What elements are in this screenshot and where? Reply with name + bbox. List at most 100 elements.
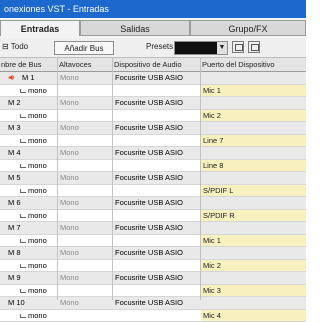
bus-speakers[interactable]: Mono [60, 247, 110, 259]
device-port-cell[interactable]: Line 7 [201, 135, 306, 147]
bus-name[interactable]: M 9 [8, 272, 21, 284]
bus-row[interactable]: M 2 Mono Focusrite USB ASIO [0, 97, 306, 110]
bus-row[interactable]: M 5 Mono Focusrite USB ASIO [0, 172, 306, 185]
bus-speakers[interactable]: Mono [60, 72, 110, 84]
channel-row[interactable]: mono Line 7 [0, 135, 306, 148]
add-bus-button[interactable]: Añadir Bus [54, 41, 114, 55]
column-header-speakers[interactable]: Altavoces [59, 58, 109, 71]
bus-audio-device[interactable]: Focusrite USB ASIO [115, 172, 199, 184]
device-port-cell[interactable]: Mic 1 [201, 235, 306, 247]
bus-audio-device[interactable]: Focusrite USB ASIO [115, 72, 199, 84]
bus-speakers[interactable]: Mono [60, 172, 110, 184]
bus-audio-device[interactable]: Focusrite USB ASIO [115, 122, 199, 134]
channel-row[interactable]: mono Mic 2 [0, 110, 306, 123]
channel-name: mono [28, 210, 47, 222]
bus-speakers[interactable]: Mono [60, 297, 110, 309]
collapse-all-toggle[interactable]: ⊟ Todo [2, 42, 28, 51]
tab-entradas[interactable]: Entradas [0, 20, 80, 36]
table-header: nbre de Bus Altavoces Dispositivo de Aud… [0, 58, 306, 72]
device-port-cell[interactable]: Line 8 [201, 160, 306, 172]
bus-row[interactable]: M 1 Mono Focusrite USB ASIO [0, 72, 306, 85]
tree-connector-icon [20, 239, 26, 243]
bus-audio-device[interactable]: Focusrite USB ASIO [115, 147, 199, 159]
presets-label: Presets [146, 42, 173, 51]
device-port-cell[interactable]: Mic 4 [201, 310, 306, 322]
channel-name: mono [28, 285, 47, 297]
channel-row[interactable]: mono Mic 2 [0, 260, 306, 273]
tree-connector-icon [20, 139, 26, 143]
bus-name[interactable]: M 10 [8, 297, 25, 309]
column-header-device-port[interactable]: Puerto del Dispositivo [202, 58, 302, 71]
tree-connector-icon [20, 114, 26, 118]
channel-row[interactable]: mono S/PDIF L [0, 185, 306, 198]
presets-dropdown[interactable]: ▼ [174, 41, 228, 55]
bus-name[interactable]: M 1 [22, 72, 35, 84]
bus-row[interactable]: M 4 Mono Focusrite USB ASIO [0, 147, 306, 160]
window-title: onexiones VST - Entradas [0, 0, 306, 18]
bus-table: nbre de Bus Altavoces Dispositivo de Aud… [0, 58, 306, 322]
channel-name: mono [28, 85, 47, 97]
bus-row[interactable]: M 10 Mono Focusrite USB ASIO [0, 297, 306, 310]
device-port-cell[interactable]: S/PDIF R [201, 210, 306, 222]
bus-row[interactable]: M 3 Mono Focusrite USB ASIO [0, 122, 306, 135]
bus-speakers[interactable]: Mono [60, 122, 110, 134]
save-preset-icon[interactable] [232, 41, 244, 53]
device-port-cell[interactable]: Mic 2 [201, 260, 306, 272]
channel-name: mono [28, 185, 47, 197]
bus-row[interactable]: M 6 Mono Focusrite USB ASIO [0, 197, 306, 210]
channel-row[interactable]: mono Mic 1 [0, 85, 306, 98]
delete-preset-icon[interactable] [248, 41, 260, 53]
bus-name[interactable]: M 5 [8, 172, 21, 184]
tab-salidas[interactable]: Salidas [80, 20, 190, 36]
bus-audio-device[interactable]: Focusrite USB ASIO [115, 222, 199, 234]
bus-speakers[interactable]: Mono [60, 222, 110, 234]
device-port-cell[interactable]: S/PDIF L [201, 185, 306, 197]
bus-audio-device[interactable]: Focusrite USB ASIO [115, 272, 199, 284]
bus-row[interactable]: M 7 Mono Focusrite USB ASIO [0, 222, 306, 235]
bus-name[interactable]: M 4 [8, 147, 21, 159]
channel-row[interactable]: mono S/PDIF R [0, 210, 306, 223]
bus-name[interactable]: M 8 [8, 247, 21, 259]
bus-speakers[interactable]: Mono [60, 272, 110, 284]
tab-bar: Entradas Salidas Grupo/FX [0, 20, 306, 36]
column-header-bus-name[interactable]: nbre de Bus [1, 58, 56, 71]
bus-row[interactable]: M 8 Mono Focusrite USB ASIO [0, 247, 306, 260]
column-divider [112, 58, 113, 300]
column-header-audio-device[interactable]: Dispositivo de Audio [114, 58, 198, 71]
channel-name: mono [28, 260, 47, 272]
table-body: M 1MonoFocusrite USB ASIOmonoMic 1M 2Mon… [0, 72, 306, 322]
tree-connector-icon [20, 214, 26, 218]
channel-name: mono [28, 110, 47, 122]
bus-audio-device[interactable]: Focusrite USB ASIO [115, 297, 199, 309]
bus-audio-device[interactable]: Focusrite USB ASIO [115, 247, 199, 259]
bus-audio-device[interactable]: Focusrite USB ASIO [115, 97, 199, 109]
channel-row[interactable]: monoMic 1 [0, 235, 306, 248]
bus-speakers[interactable]: Mono [60, 197, 110, 209]
tab-grupo-fx[interactable]: Grupo/FX [190, 20, 306, 36]
tree-connector-icon [20, 89, 26, 93]
bus-speakers[interactable]: Mono [60, 97, 110, 109]
tree-connector-icon [20, 264, 26, 268]
bus-name[interactable]: M 7 [8, 222, 21, 234]
bus-name[interactable]: M 2 [8, 97, 21, 109]
bus-name[interactable]: M 6 [8, 197, 21, 209]
bus-row[interactable]: M 9 Mono Focusrite USB ASIO [0, 272, 306, 285]
tree-connector-icon [20, 289, 26, 293]
column-divider [200, 58, 201, 300]
vst-connections-window: onexiones VST - Entradas Entradas Salida… [0, 0, 306, 300]
device-port-cell[interactable]: Mic 2 [201, 110, 306, 122]
device-port-cell[interactable]: Mic 1 [201, 85, 306, 97]
toolbar: ⊟ Todo Añadir Bus Presets ▼ [0, 38, 306, 58]
channel-row[interactable]: monoLine 8 [0, 160, 306, 173]
device-port-cell[interactable]: Mic 3 [201, 285, 306, 297]
bus-speakers[interactable]: Mono [60, 147, 110, 159]
channel-name: mono [28, 135, 47, 147]
tree-connector-icon [20, 314, 26, 318]
channel-row[interactable]: mono Mic 3 [0, 285, 306, 298]
bus-audio-device[interactable]: Focusrite USB ASIO [115, 197, 199, 209]
chevron-down-icon: ▼ [217, 42, 227, 54]
bus-name[interactable]: M 3 [8, 122, 21, 134]
channel-row[interactable]: mono Mic 4 [0, 310, 306, 322]
channel-name: mono [28, 310, 47, 322]
tree-connector-icon [20, 189, 26, 193]
